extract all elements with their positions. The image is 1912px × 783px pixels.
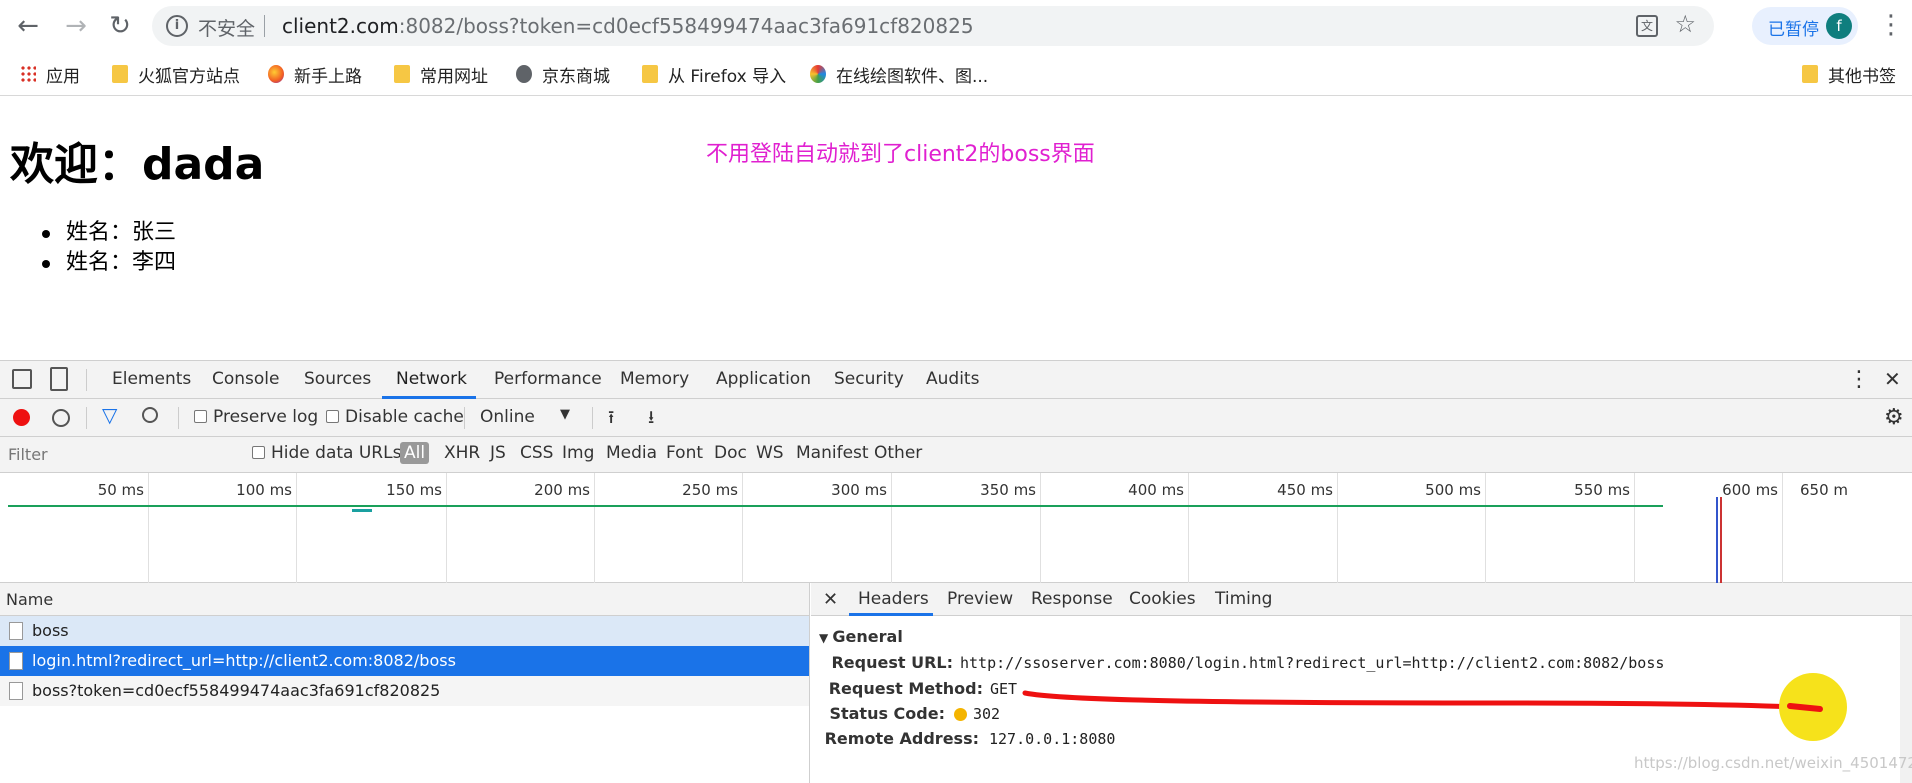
annotation-underline-end	[1787, 703, 1823, 712]
watermark: https://blog.csdn.net/weixin_45014720	[1634, 754, 1912, 772]
annotation-overlay	[1022, 673, 1847, 741]
annotation-underline	[1022, 690, 1821, 711]
